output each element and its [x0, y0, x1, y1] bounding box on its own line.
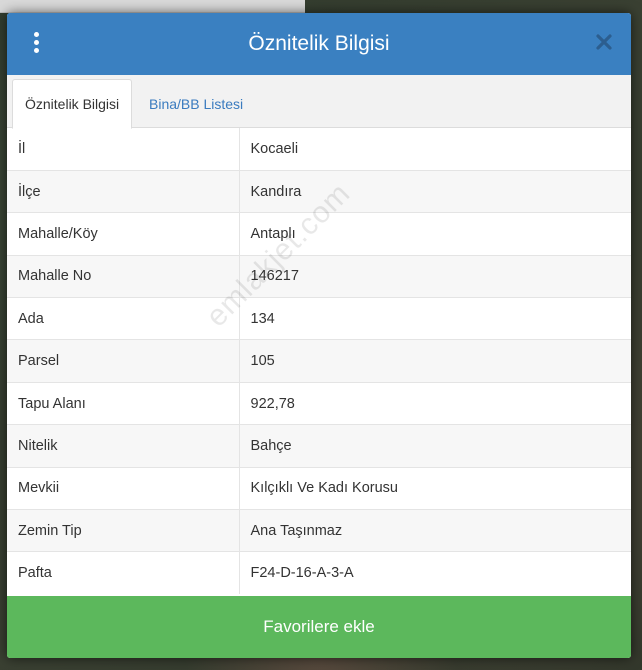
attribute-key: Zemin Tip: [7, 509, 240, 552]
attribute-value: Kılçıklı Ve Kadı Korusu: [239, 466, 631, 510]
table-row: Parsel 105: [7, 339, 631, 383]
attribute-value: Ana Taşınmaz: [239, 509, 631, 552]
table-row: İlçe Kandıra: [7, 169, 631, 213]
attribute-key: Nitelik: [7, 424, 240, 468]
attribute-value: Kocaeli: [239, 128, 631, 171]
attribute-value: Bahçe: [239, 424, 631, 468]
attribute-info-dialog: Öznitelik Bilgisi Öznitelik Bilgisi Bina…: [7, 13, 631, 658]
attribute-key: Pafta: [7, 551, 240, 595]
tab-building-list[interactable]: Bina/BB Listesi: [137, 79, 255, 128]
table-row: Mahalle/Köy Antaplı: [7, 212, 631, 256]
attribute-key: İlçe: [7, 169, 240, 213]
attribute-key: İl: [7, 128, 240, 171]
attribute-value: Antaplı: [239, 212, 631, 256]
table-row: Zemin Tip Ana Taşınmaz: [7, 509, 631, 552]
table-row: İl Kocaeli: [7, 128, 631, 171]
close-icon[interactable]: [593, 31, 615, 53]
tab-attribute-info[interactable]: Öznitelik Bilgisi: [12, 79, 133, 129]
vertical-ellipsis-icon[interactable]: [29, 32, 43, 56]
dialog-title: Öznitelik Bilgisi: [248, 32, 390, 55]
table-row: Mevkii Kılçıklı Ve Kadı Korusu: [7, 466, 631, 510]
attribute-key: Tapu Alanı: [7, 381, 240, 425]
tab-bar: Öznitelik Bilgisi Bina/BB Listesi: [7, 75, 631, 129]
attribute-key: Mahalle/Köy: [7, 212, 240, 256]
table-row: Pafta F24-D-16-A-3-A: [7, 551, 631, 595]
attribute-key: Parsel: [7, 339, 240, 383]
table-row: Tapu Alanı 922,78: [7, 381, 631, 425]
table-row: Ada 134: [7, 297, 631, 340]
attribute-value: 134: [239, 297, 631, 340]
attribute-value: 922,78: [239, 381, 631, 425]
table-row: Nitelik Bahçe: [7, 424, 631, 468]
attribute-table: İl Kocaeli İlçe Kandıra Mahalle/Köy Antaplı Ma…: [7, 128, 631, 595]
attribute-value: F24-D-16-A-3-A: [239, 551, 631, 595]
map-background-strip: [0, 0, 305, 13]
attribute-key: Ada: [7, 297, 240, 340]
attribute-key: Mahalle No: [7, 254, 240, 298]
dialog-header: Öznitelik Bilgisi: [7, 13, 631, 75]
attribute-key: Mevkii: [7, 466, 240, 510]
attribute-value: 146217: [239, 254, 631, 298]
add-to-favorites-button[interactable]: Favorilere ekle: [7, 596, 631, 658]
attribute-value: Kandıra: [239, 169, 631, 213]
attribute-value: 105: [239, 339, 631, 383]
table-row: Mahalle No 146217: [7, 254, 631, 298]
